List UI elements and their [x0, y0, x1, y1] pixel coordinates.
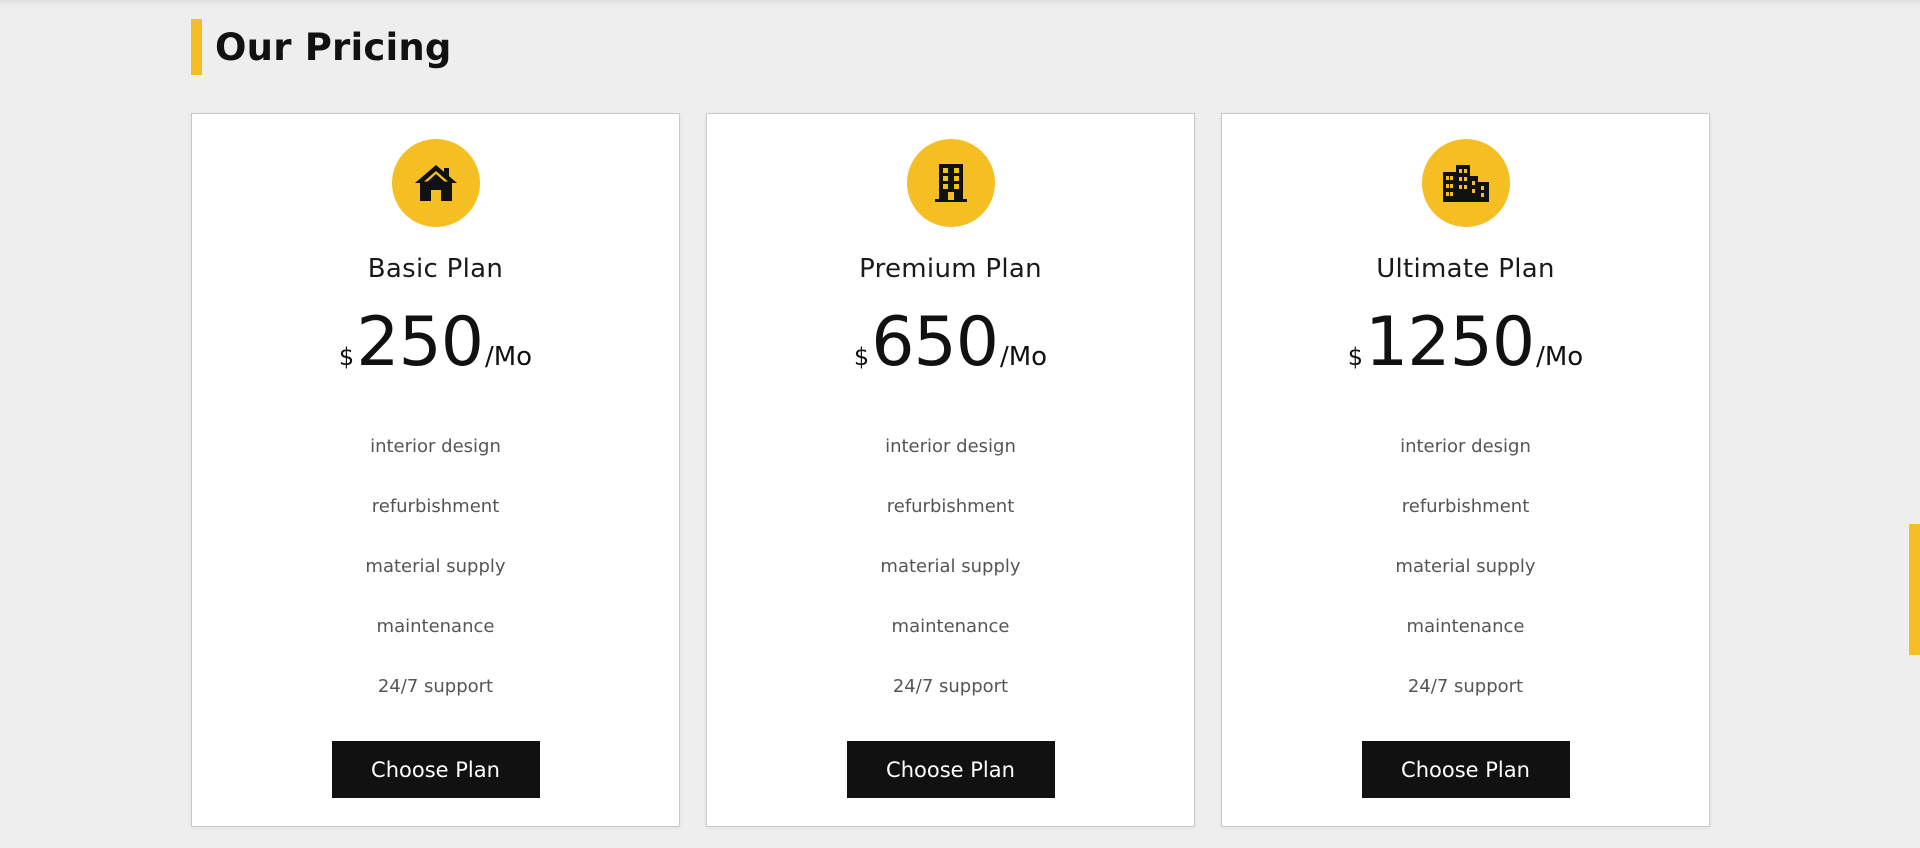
scroll-indicator[interactable] — [1909, 524, 1920, 655]
house-icon — [414, 165, 457, 201]
price-period: /Mo — [1536, 342, 1584, 372]
feature-item: material supply — [365, 556, 506, 577]
price-period: /Mo — [484, 342, 533, 372]
price-amount: 250 — [356, 303, 484, 382]
pricing-card-premium: Premium Plan $ 650 /Mo interior design r… — [706, 113, 1195, 827]
price-currency: $ — [1347, 343, 1364, 371]
section-heading: Our Pricing — [191, 19, 452, 75]
plan-price: $ 650 /Mo — [854, 309, 1047, 377]
feature-item: refurbishment — [1401, 496, 1530, 517]
feature-item: material supply — [880, 556, 1021, 577]
pricing-card-ultimate: Ultimate Plan $ 1250 /Mo interior design… — [1221, 113, 1710, 827]
price-period: /Mo — [999, 342, 1048, 372]
plan-icon-circle — [391, 139, 480, 227]
building-icon — [934, 164, 967, 202]
choose-plan-button-basic[interactable]: Choose Plan — [331, 741, 540, 798]
page-title: Our Pricing — [215, 25, 452, 69]
pricing-cards: Basic Plan $ 250 /Mo interior design ref… — [191, 113, 1710, 827]
choose-plan-button-premium[interactable]: Choose Plan — [846, 741, 1055, 798]
plan-name: Ultimate Plan — [1376, 254, 1555, 284]
plan-name: Premium Plan — [859, 254, 1042, 284]
feature-item: 24/7 support — [892, 676, 1009, 697]
feature-list: interior design refurbishment material s… — [1395, 417, 1535, 717]
feature-item: maintenance — [1406, 616, 1525, 637]
top-shadow — [0, 0, 1920, 6]
plan-price: $ 1250 /Mo — [1348, 309, 1583, 377]
feature-item: 24/7 support — [377, 676, 494, 697]
price-amount: 1250 — [1365, 303, 1535, 382]
feature-item: interior design — [885, 436, 1016, 457]
price-currency: $ — [853, 343, 870, 371]
plan-price: $ 250 /Mo — [339, 309, 532, 377]
plan-icon-circle — [1421, 139, 1510, 227]
heading-accent-bar — [191, 19, 202, 75]
feature-item: refurbishment — [886, 496, 1015, 517]
city-icon — [1442, 165, 1489, 202]
feature-item: 24/7 support — [1407, 676, 1524, 697]
price-amount: 650 — [871, 303, 999, 382]
choose-plan-button-ultimate[interactable]: Choose Plan — [1361, 741, 1570, 798]
feature-item: maintenance — [891, 616, 1010, 637]
feature-item: interior design — [370, 436, 501, 457]
pricing-card-basic: Basic Plan $ 250 /Mo interior design ref… — [191, 113, 680, 827]
price-currency: $ — [338, 343, 355, 371]
plan-icon-circle — [906, 139, 995, 227]
feature-item: material supply — [1395, 556, 1536, 577]
feature-item: interior design — [1400, 436, 1531, 457]
feature-list: interior design refurbishment material s… — [880, 417, 1020, 717]
plan-name: Basic Plan — [367, 254, 504, 284]
feature-item: maintenance — [376, 616, 495, 637]
feature-list: interior design refurbishment material s… — [365, 417, 505, 717]
feature-item: refurbishment — [371, 496, 500, 517]
